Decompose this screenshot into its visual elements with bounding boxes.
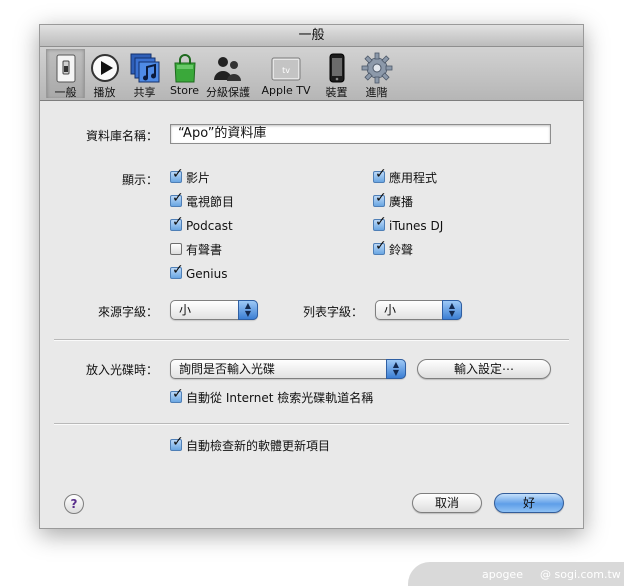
popup-arrows-icon: ▲ ▼ [238, 300, 258, 320]
auto-update-checkbox[interactable]: 自動檢查新的軟體更新項目 [170, 435, 330, 455]
show-movies-checkbox[interactable]: 影片 [170, 167, 210, 187]
auto-lookup-checkbox[interactable]: 自動從 Internet 檢索光碟軌道名稱 [170, 387, 373, 407]
checkbox-box [170, 215, 184, 231]
general-switch-icon [56, 54, 75, 83]
tab-advanced[interactable]: 進階 [358, 49, 395, 99]
tab-playback[interactable]: 播放 [86, 49, 123, 99]
help-button[interactable]: ? [64, 494, 84, 514]
play-icon [90, 54, 119, 82]
store-bag-icon [173, 54, 196, 83]
section-divider [54, 339, 569, 341]
preferences-window: 一般 一般 播放 共享 Store 分級保護 tv Apple TV 裝置 進階… [39, 24, 584, 529]
iphone-device-icon [329, 53, 344, 83]
section-divider [54, 423, 569, 425]
tab-store[interactable]: Store [166, 49, 203, 98]
show-itunes-dj-checkbox[interactable]: iTunes DJ [373, 215, 443, 235]
checkbox-box [373, 167, 387, 183]
show-applications-checkbox[interactable]: 應用程式 [373, 167, 437, 187]
show-tv-shows-checkbox[interactable]: 電視節目 [170, 191, 234, 211]
tab-general[interactable]: 一般 [46, 49, 85, 99]
checkbox-box [373, 191, 387, 207]
cd-insert-popup[interactable]: 詢問是否輸入光碟 ▲ ▼ [170, 359, 406, 379]
tab-parental[interactable]: 分級保護 [206, 49, 250, 99]
checkbox-box [170, 167, 184, 183]
apple-tv-badge: tv [282, 66, 290, 75]
source-text-popup[interactable]: 小 ▲ ▼ [170, 300, 258, 320]
show-podcast-checkbox[interactable]: Podcast [170, 215, 233, 235]
watermark-site: @ sogi.com.tw [540, 568, 621, 581]
tab-devices[interactable]: 裝置 [320, 49, 353, 99]
checkbox-box [170, 263, 184, 279]
checkbox-box [373, 215, 387, 231]
checkbox-box [170, 387, 184, 403]
show-radio-checkbox[interactable]: 廣播 [373, 191, 413, 211]
list-text-label: 列表字級： [302, 305, 363, 319]
checkbox-box [170, 435, 184, 451]
show-ringtones-checkbox[interactable]: 鈴聲 [373, 239, 413, 259]
checkbox-box [170, 191, 184, 207]
library-name-label: 資料庫名稱： [85, 129, 158, 143]
tab-sharing[interactable]: 共享 [126, 49, 163, 99]
preferences-toolbar: 一般 播放 共享 Store 分級保護 tv Apple TV 裝置 進階 [40, 47, 583, 101]
library-name-field[interactable]: “Apo”的資料庫 [170, 124, 551, 144]
watermark-author: apogee [482, 568, 523, 581]
tab-apple-tv[interactable]: tv Apple TV [258, 49, 314, 98]
ok-button[interactable]: 好 [494, 493, 564, 513]
window-title: 一般 [40, 25, 583, 47]
popup-arrows-icon: ▲ ▼ [386, 359, 406, 379]
source-text-label: 來源字級： [97, 305, 158, 319]
general-pane: 資料庫名稱： “Apo”的資料庫 顯示： 影片 電視節目 Podcast 有聲書… [40, 101, 583, 528]
gear-icon [361, 52, 392, 84]
apple-tv-icon: tv [271, 57, 301, 81]
checkbox-box [373, 239, 387, 255]
show-label: 顯示： [121, 173, 158, 187]
checkbox-box [170, 243, 182, 255]
popup-arrows-icon: ▲ ▼ [442, 300, 462, 320]
list-text-popup[interactable]: 小 ▲ ▼ [375, 300, 462, 320]
show-genius-checkbox[interactable]: Genius [170, 263, 227, 283]
cd-insert-label: 放入光碟時： [85, 363, 158, 377]
show-audiobooks-checkbox[interactable]: 有聲書 [170, 243, 222, 259]
cancel-button[interactable]: 取消 [412, 493, 482, 513]
sharing-icon [130, 53, 159, 83]
import-settings-button[interactable]: 輸入設定⋯ [417, 359, 551, 379]
parental-people-icon [214, 57, 241, 81]
